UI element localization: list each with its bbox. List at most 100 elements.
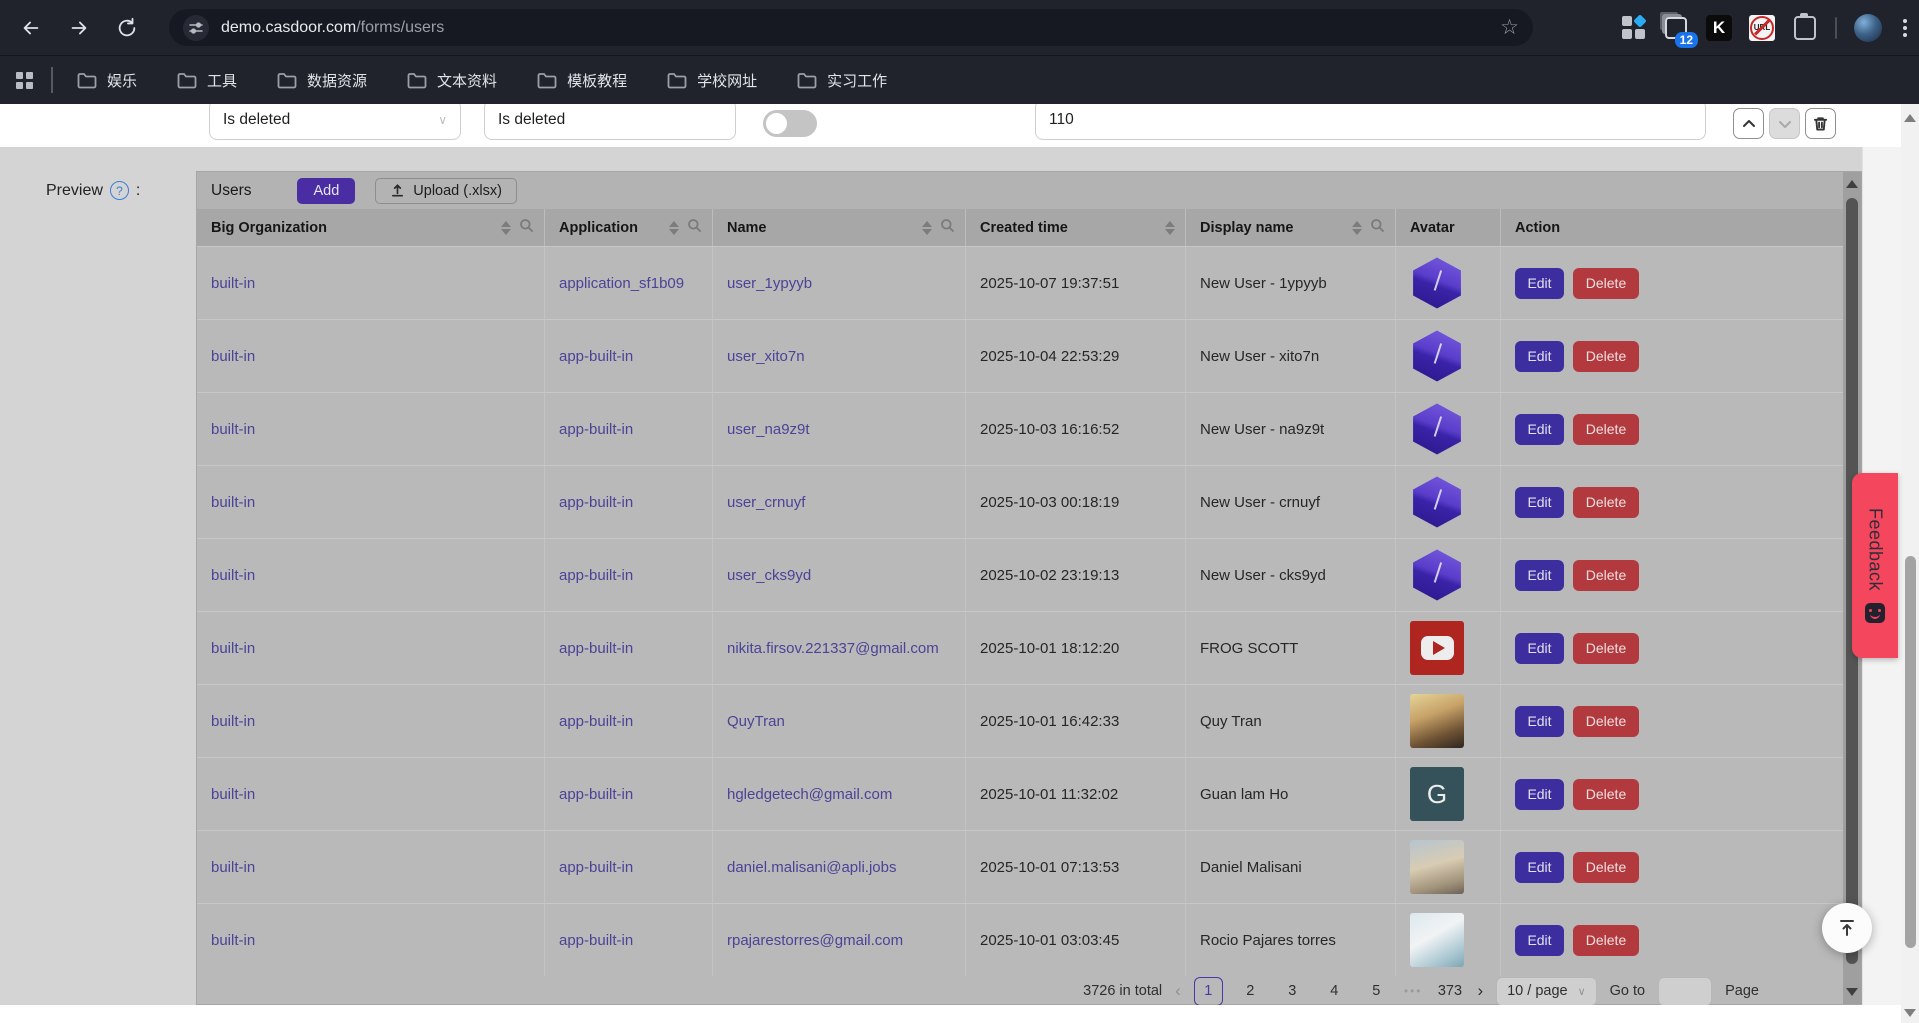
scroll-up-icon[interactable] xyxy=(1846,180,1858,188)
column-header[interactable]: Big Organization xyxy=(197,209,545,246)
back-button[interactable] xyxy=(14,11,48,45)
pagination-page-last[interactable]: 373 xyxy=(1435,977,1464,1006)
edit-button[interactable]: Edit xyxy=(1515,560,1564,591)
column-header[interactable]: Name xyxy=(713,209,966,246)
application-link[interactable]: app-built-in xyxy=(559,494,633,511)
edit-button[interactable]: Edit xyxy=(1515,633,1564,664)
delete-button[interactable]: Delete xyxy=(1573,487,1639,518)
organization-link[interactable]: built-in xyxy=(211,932,255,949)
organization-link[interactable]: built-in xyxy=(211,859,255,876)
user-name-link[interactable]: nikita.firsov.221337@gmail.com xyxy=(727,640,939,657)
page-size-select[interactable]: 10 / page ∨ xyxy=(1496,977,1597,1006)
bookmark-folder[interactable]: 模板教程 xyxy=(537,70,627,91)
move-down-button[interactable] xyxy=(1769,108,1800,139)
application-link[interactable]: app-built-in xyxy=(559,567,633,584)
user-name-link[interactable]: rpajarestorres@gmail.com xyxy=(727,932,903,949)
user-name-link[interactable]: user_crnuyf xyxy=(727,494,805,511)
bookmark-folder[interactable]: 文本资料 xyxy=(407,70,497,91)
pagination-page-3[interactable]: 3 xyxy=(1278,977,1307,1006)
column-header[interactable]: Created time xyxy=(966,209,1186,246)
delete-button[interactable]: Delete xyxy=(1573,633,1639,664)
bookmark-folder[interactable]: 数据资源 xyxy=(277,70,367,91)
scroll-down-icon[interactable] xyxy=(1904,1009,1916,1017)
pagination-page-5[interactable]: 5 xyxy=(1362,977,1391,1006)
edit-button[interactable]: Edit xyxy=(1515,487,1564,518)
edit-button[interactable]: Edit xyxy=(1515,852,1564,883)
bookmark-star-icon[interactable]: ☆ xyxy=(1500,17,1519,38)
application-link[interactable]: app-built-in xyxy=(559,348,633,365)
move-up-button[interactable] xyxy=(1733,108,1764,139)
bookmark-folder[interactable]: 娱乐 xyxy=(77,70,137,91)
user-name-link[interactable]: user_1ypyyb xyxy=(727,275,812,292)
organization-link[interactable]: built-in xyxy=(211,786,255,803)
user-name-link[interactable]: user_xito7n xyxy=(727,348,805,365)
scroll-up-icon[interactable] xyxy=(1904,114,1916,122)
reload-button[interactable] xyxy=(110,11,144,45)
is-deleted-toggle[interactable] xyxy=(763,110,817,137)
application-link[interactable]: app-built-in xyxy=(559,640,633,657)
user-name-link[interactable]: user_na9z9t xyxy=(727,421,810,438)
help-icon[interactable]: ? xyxy=(110,181,129,200)
application-link[interactable]: application_sf1b09 xyxy=(559,275,684,292)
column-header[interactable]: Application xyxy=(545,209,713,246)
bookmark-folder[interactable]: 工具 xyxy=(177,70,237,91)
delete-button[interactable]: Delete xyxy=(1573,341,1639,372)
sort-icon[interactable] xyxy=(501,221,511,235)
edit-button[interactable]: Edit xyxy=(1515,925,1564,956)
pagination-page-1[interactable]: 1 xyxy=(1194,977,1223,1006)
delete-button[interactable]: Delete xyxy=(1573,268,1639,299)
delete-button[interactable]: Delete xyxy=(1573,560,1639,591)
address-bar[interactable]: demo.casdoor.com/forms/users ☆ xyxy=(169,9,1533,46)
application-link[interactable]: app-built-in xyxy=(559,786,633,803)
back-to-top-button[interactable] xyxy=(1822,903,1872,953)
organization-link[interactable]: built-in xyxy=(211,494,255,511)
organization-link[interactable]: built-in xyxy=(211,567,255,584)
delete-button[interactable]: Delete xyxy=(1573,414,1639,445)
site-settings-icon[interactable] xyxy=(183,15,209,41)
edit-button[interactable]: Edit xyxy=(1515,341,1564,372)
search-icon[interactable] xyxy=(940,218,955,237)
delete-button[interactable]: Delete xyxy=(1573,779,1639,810)
url-blocker-extension-icon[interactable]: URL xyxy=(1749,15,1775,41)
user-name-link[interactable]: hgledgetech@gmail.com xyxy=(727,786,892,803)
application-link[interactable]: app-built-in xyxy=(559,859,633,876)
user-name-link[interactable]: QuyTran xyxy=(727,713,785,730)
organization-link[interactable]: built-in xyxy=(211,421,255,438)
edit-button[interactable]: Edit xyxy=(1515,779,1564,810)
pagination-ellipsis[interactable]: ••• xyxy=(1404,984,1423,998)
search-icon[interactable] xyxy=(519,218,534,237)
delete-row-button[interactable] xyxy=(1805,108,1836,139)
sort-icon[interactable] xyxy=(1165,221,1175,235)
organization-link[interactable]: built-in xyxy=(211,713,255,730)
add-button[interactable]: Add xyxy=(297,178,355,204)
delete-button[interactable]: Delete xyxy=(1573,706,1639,737)
browser-scrollbar[interactable] xyxy=(1901,104,1919,1023)
pagination-page-4[interactable]: 4 xyxy=(1320,977,1349,1006)
forward-button[interactable] xyxy=(62,11,96,45)
scroll-down-icon[interactable] xyxy=(1846,988,1858,996)
pagination-page-2[interactable]: 2 xyxy=(1236,977,1265,1006)
menu-kebab-icon[interactable] xyxy=(1899,15,1911,41)
column-header[interactable]: Action xyxy=(1501,209,1843,246)
organization-link[interactable]: built-in xyxy=(211,348,255,365)
edit-button[interactable]: Edit xyxy=(1515,414,1564,445)
goto-page-input[interactable] xyxy=(1658,977,1712,1006)
user-name-link[interactable]: daniel.malisani@apli.jobs xyxy=(727,859,896,876)
sort-icon[interactable] xyxy=(669,221,679,235)
search-icon[interactable] xyxy=(687,218,702,237)
prev-page-button[interactable]: ‹ xyxy=(1175,981,1181,1001)
search-icon[interactable] xyxy=(1370,218,1385,237)
delete-button[interactable]: Delete xyxy=(1573,852,1639,883)
apps-grid-icon[interactable] xyxy=(16,72,33,89)
bookmark-folder[interactable]: 实习工作 xyxy=(797,70,887,91)
bookmark-folder[interactable]: 学校网址 xyxy=(667,70,757,91)
delete-button[interactable]: Delete xyxy=(1573,925,1639,956)
clipboard-extension-icon[interactable] xyxy=(1792,15,1818,41)
tab-organizer-extension-icon[interactable] xyxy=(1620,15,1646,41)
is-deleted-select[interactable]: Is deleted ∨ xyxy=(209,104,461,140)
tab-groups-extension-icon[interactable]: 12 xyxy=(1663,15,1689,41)
keepa-extension-icon[interactable]: K xyxy=(1706,15,1732,41)
organization-link[interactable]: built-in xyxy=(211,275,255,292)
upload-button[interactable]: Upload (.xlsx) xyxy=(375,178,517,204)
next-page-button[interactable]: › xyxy=(1477,981,1483,1001)
